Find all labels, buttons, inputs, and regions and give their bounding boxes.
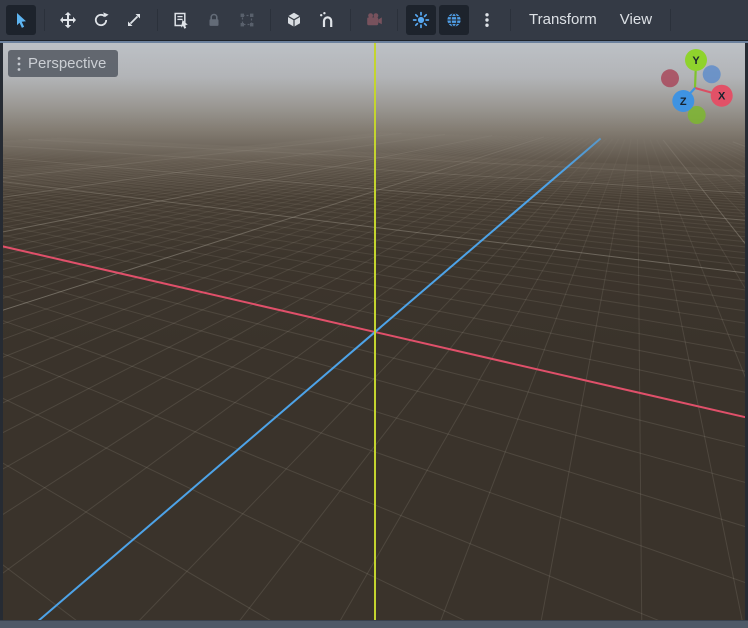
use-local-space-button[interactable] <box>279 5 309 35</box>
list-select-button[interactable] <box>166 5 196 35</box>
view-mode-button[interactable]: Perspective <box>8 50 118 77</box>
list-select-icon <box>172 11 190 29</box>
group-selected-button[interactable] <box>232 5 262 35</box>
orientation-gizmo[interactable]: Y X Z <box>633 43 745 135</box>
group-icon <box>238 11 256 29</box>
kebab-dots-icon <box>478 11 496 29</box>
bottom-panel-edge <box>0 620 748 628</box>
gizmo-x-label: X <box>718 91 726 103</box>
toolbar-separator <box>350 9 351 31</box>
view-mode-label: Perspective <box>28 55 106 72</box>
rotate-arrow-icon <box>92 11 110 29</box>
3d-viewport[interactable]: Perspective Y X Z <box>3 43 745 620</box>
toolbar-separator <box>510 9 511 31</box>
scale-tool-button[interactable] <box>119 5 149 35</box>
rotate-tool-button[interactable] <box>86 5 116 35</box>
lock-selected-button[interactable] <box>199 5 229 35</box>
select-tool-button[interactable] <box>6 5 36 35</box>
transform-menu[interactable]: Transform <box>519 0 607 40</box>
toolbar-separator <box>44 9 45 31</box>
preview-sunlight-button[interactable] <box>406 5 436 35</box>
godot-3d-editor-window: Transform View <box>0 0 748 628</box>
globe-icon <box>445 11 463 29</box>
magnet-icon <box>318 11 336 29</box>
scale-arrows-icon <box>125 11 143 29</box>
viewport-toolbar: Transform View <box>0 0 748 40</box>
preview-camera-button[interactable] <box>359 5 389 35</box>
toolbar-separator <box>397 9 398 31</box>
lock-icon <box>205 11 223 29</box>
cube-icon <box>285 11 303 29</box>
gizmo-neg-z-ball[interactable] <box>703 65 721 83</box>
use-snap-button[interactable] <box>312 5 342 35</box>
preview-environment-button[interactable] <box>439 5 469 35</box>
camera-icon <box>365 11 383 29</box>
sun-icon <box>412 11 430 29</box>
chip-kebab-icon <box>17 56 21 72</box>
toolbar-separator <box>670 9 671 31</box>
toolbar-separator <box>270 9 271 31</box>
toolbar-separator <box>157 9 158 31</box>
gizmo-neg-x-ball[interactable] <box>661 69 679 87</box>
extra-options-button[interactable] <box>472 5 502 35</box>
gizmo-y-label: Y <box>692 55 700 67</box>
move-cross-icon <box>59 11 77 29</box>
z-axis-line <box>3 138 601 620</box>
move-tool-button[interactable] <box>53 5 83 35</box>
cursor-arrow-icon <box>12 11 30 29</box>
view-menu[interactable]: View <box>610 0 662 40</box>
gizmo-z-label: Z <box>680 96 687 108</box>
